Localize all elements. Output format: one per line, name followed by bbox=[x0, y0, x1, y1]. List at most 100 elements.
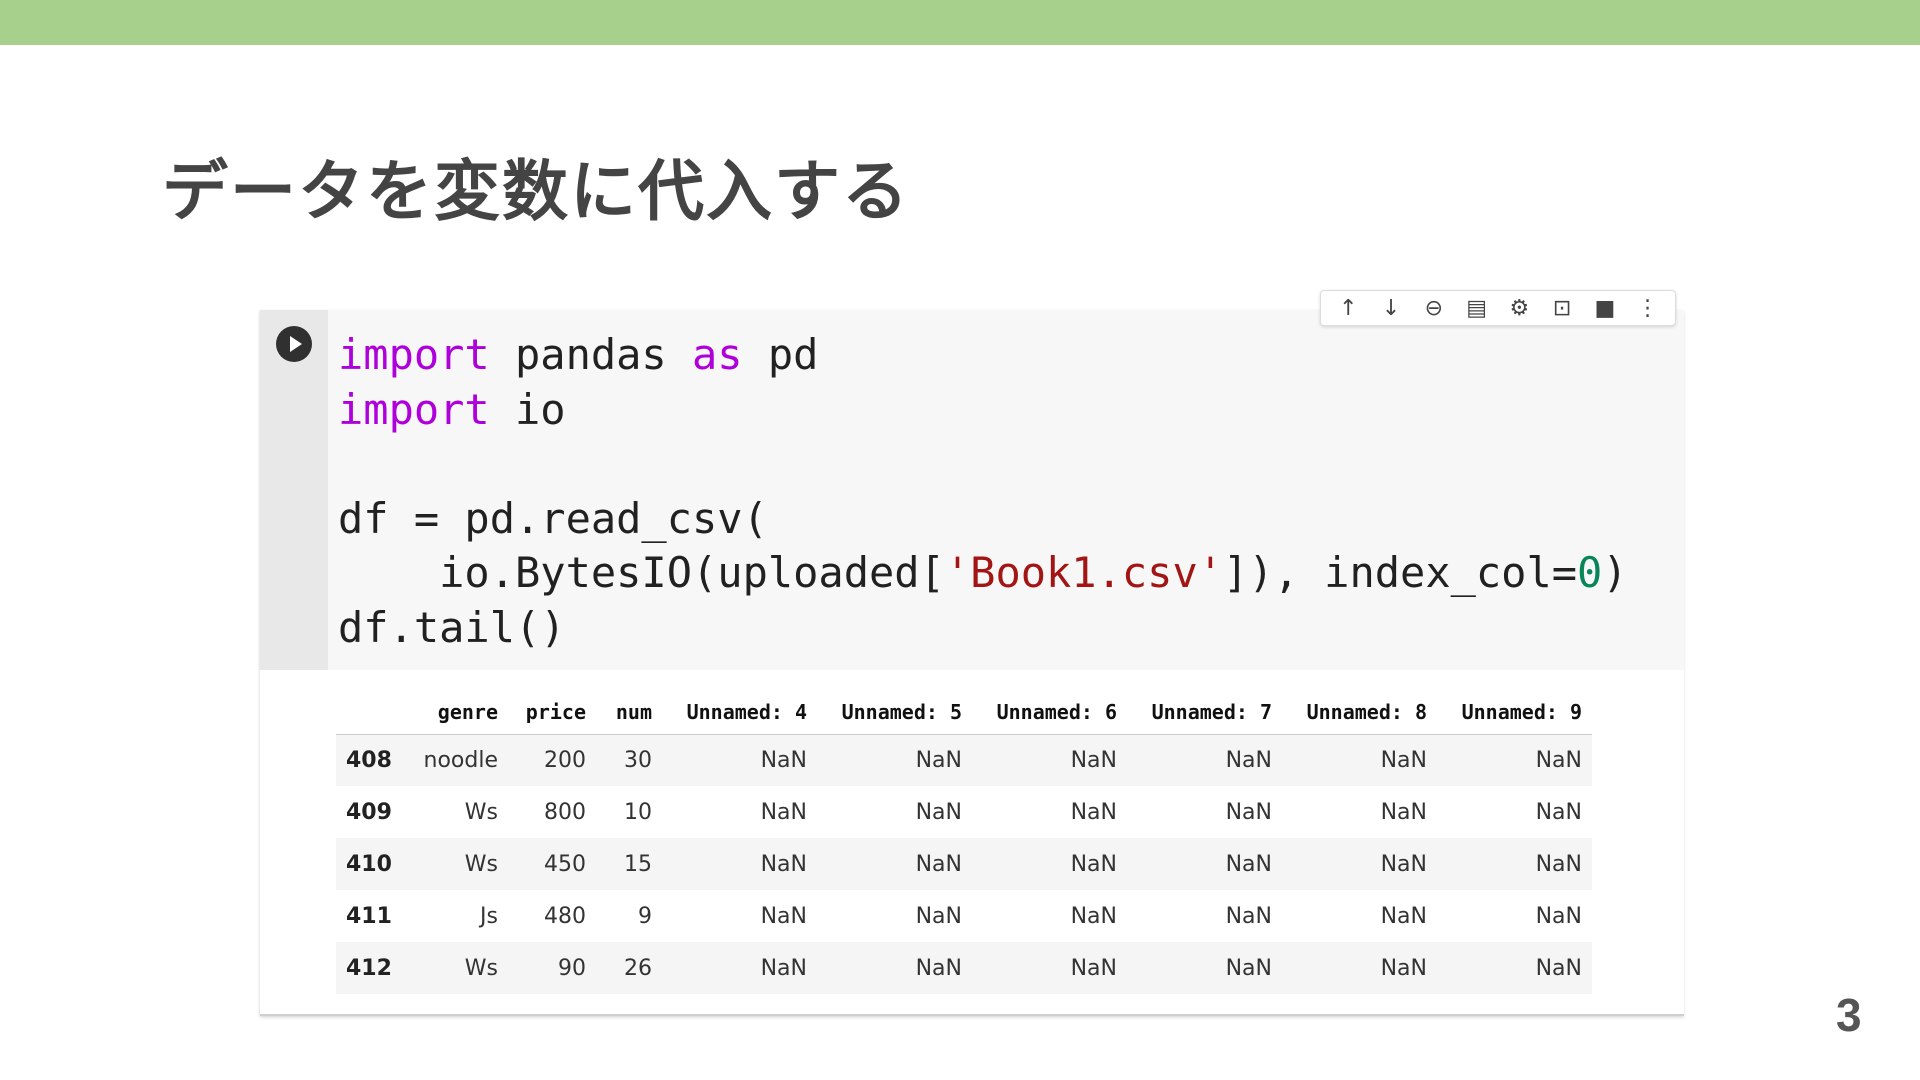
cell-output: genre price num Unnamed: 4 Unnamed: 5 Unnamed… bbox=[336, 690, 1592, 994]
arrow-down-icon[interactable]: ↓ bbox=[1374, 293, 1408, 323]
table-cell: NaN bbox=[972, 734, 1127, 786]
table-cell: Ws bbox=[404, 942, 508, 994]
slide-header-bar bbox=[0, 0, 1920, 45]
table-cell: NaN bbox=[1380, 903, 1427, 929]
table-cell: NaN bbox=[915, 903, 962, 929]
column-header: genre bbox=[404, 690, 508, 735]
table-cell: noodle bbox=[404, 734, 508, 786]
table-row: 412 Ws 90 26 NaN NaN NaN NaN NaN NaN bbox=[336, 942, 1592, 994]
table-cell: 90 bbox=[508, 942, 596, 994]
table-row: 409 Ws 800 10 NaN NaN NaN NaN NaN NaN bbox=[336, 786, 1592, 838]
table-cell: NaN bbox=[662, 942, 817, 994]
arrow-up-icon[interactable]: ↑ bbox=[1331, 293, 1365, 323]
table-cell: NaN bbox=[1282, 734, 1437, 786]
table-row: 408 noodle 200 30 NaN NaN NaN NaN NaN NaN bbox=[336, 734, 1592, 786]
delete-icon[interactable]: ■ bbox=[1588, 293, 1622, 323]
table-cell: NaN bbox=[817, 838, 972, 890]
table-cell: NaN bbox=[1225, 799, 1272, 825]
table-cell: NaN bbox=[1437, 838, 1592, 890]
code-token: io bbox=[489, 384, 566, 434]
table-cell: 9 bbox=[638, 903, 652, 929]
table-cell: 450 bbox=[508, 838, 596, 890]
table-cell: NaN bbox=[1070, 903, 1117, 929]
code-number: 0 bbox=[1577, 548, 1603, 597]
table-cell: Ws bbox=[404, 838, 508, 890]
column-header: num bbox=[596, 690, 662, 735]
table-cell: NaN bbox=[817, 942, 972, 994]
table-cell: NaN bbox=[1380, 799, 1427, 825]
column-header: Unnamed: 8 bbox=[1282, 690, 1437, 735]
code-string: 'Book1.csv' bbox=[944, 548, 1224, 597]
table-cell: 800 bbox=[544, 799, 586, 825]
table-cell: NaN bbox=[1437, 942, 1592, 994]
dataframe-table: genre price num Unnamed: 4 Unnamed: 5 Unnamed… bbox=[336, 690, 1592, 994]
link-icon[interactable]: ⊖ bbox=[1417, 293, 1451, 323]
table-cell: NaN bbox=[1127, 838, 1282, 890]
table-cell: 26 bbox=[596, 942, 662, 994]
code-cell[interactable]: import pandas as pd import io df = pd.read… bbox=[260, 310, 1684, 1016]
row-index: 408 bbox=[336, 734, 404, 786]
code-keyword: import bbox=[338, 384, 490, 434]
code-token: df.tail() bbox=[338, 602, 566, 652]
code-token: ) bbox=[1602, 548, 1628, 597]
table-cell: Js bbox=[480, 903, 498, 929]
table-cell: NaN bbox=[1070, 799, 1117, 825]
code-keyword: import bbox=[338, 330, 490, 379]
row-index: 412 bbox=[336, 942, 404, 994]
run-cell-button[interactable] bbox=[276, 326, 312, 362]
cell-gutter bbox=[260, 310, 328, 670]
slide-title: データを変数に代入する bbox=[162, 153, 910, 230]
cell-toolbar: ↑ ↓ ⊖ ▤ ⚙ ⊡ ■ ⋮ bbox=[1320, 290, 1676, 326]
code-line: df = pd.read_csv( bbox=[338, 492, 1628, 547]
page-number: 3 bbox=[1836, 989, 1862, 1041]
table-cell: NaN bbox=[1535, 903, 1582, 929]
table-row: 411 Js 480 9 NaN NaN NaN NaN NaN NaN bbox=[336, 890, 1592, 942]
table-header-row: genre price num Unnamed: 4 Unnamed: 5 Unnamed… bbox=[336, 690, 1592, 735]
column-header: Unnamed: 4 bbox=[662, 690, 817, 735]
more-vert-icon[interactable]: ⋮ bbox=[1631, 293, 1665, 323]
code-line: io.BytesIO(uploaded['Book1.csv']), index… bbox=[338, 546, 1628, 601]
code-token: ]), index_col= bbox=[1223, 548, 1578, 597]
table-cell: NaN bbox=[1127, 942, 1282, 994]
code-token: df = pd.read_csv( bbox=[338, 493, 768, 543]
table-cell: NaN bbox=[1127, 734, 1282, 786]
table-cell: NaN bbox=[760, 903, 807, 929]
comment-icon[interactable]: ▤ bbox=[1460, 293, 1494, 323]
code-line: import pandas as pd bbox=[338, 328, 1628, 383]
table-cell: NaN bbox=[1282, 942, 1437, 994]
code-keyword: as bbox=[692, 330, 743, 379]
table-cell: NaN bbox=[1225, 903, 1272, 929]
table-cell: 15 bbox=[596, 838, 662, 890]
code-editor[interactable]: import pandas as pd import io df = pd.read… bbox=[328, 310, 1684, 670]
code-line: import io bbox=[338, 383, 1628, 438]
column-header: Unnamed: 6 bbox=[972, 690, 1127, 735]
table-cell: NaN bbox=[817, 734, 972, 786]
row-index: 410 bbox=[336, 838, 404, 890]
table-cell: 480 bbox=[544, 903, 586, 929]
code-token: pandas bbox=[489, 330, 693, 379]
play-icon bbox=[290, 336, 302, 352]
row-index: 411 bbox=[346, 903, 392, 929]
table-cell: NaN bbox=[915, 799, 962, 825]
table-cell: NaN bbox=[1535, 799, 1582, 825]
code-token: io.BytesIO(uploaded[ bbox=[338, 548, 945, 597]
code-text[interactable]: import pandas as pd import io df = pd.read… bbox=[338, 328, 1628, 655]
column-header: price bbox=[508, 690, 596, 735]
table-cell: 10 bbox=[624, 799, 652, 825]
mirror-cell-icon[interactable]: ⊡ bbox=[1545, 293, 1579, 323]
table-cell: NaN bbox=[760, 799, 807, 825]
column-header: Unnamed: 5 bbox=[817, 690, 972, 735]
index-header bbox=[336, 690, 404, 735]
table-cell: NaN bbox=[1437, 734, 1592, 786]
table-cell: NaN bbox=[1282, 838, 1437, 890]
table-cell: Ws bbox=[464, 799, 498, 825]
table-cell: NaN bbox=[972, 942, 1127, 994]
code-token: pd bbox=[742, 330, 819, 379]
table-row: 410 Ws 450 15 NaN NaN NaN NaN NaN NaN bbox=[336, 838, 1592, 890]
gear-icon[interactable]: ⚙ bbox=[1502, 293, 1536, 323]
table-cell: NaN bbox=[662, 734, 817, 786]
table-cell: NaN bbox=[662, 838, 817, 890]
row-index: 409 bbox=[346, 799, 392, 825]
code-line: df.tail() bbox=[338, 601, 1628, 656]
